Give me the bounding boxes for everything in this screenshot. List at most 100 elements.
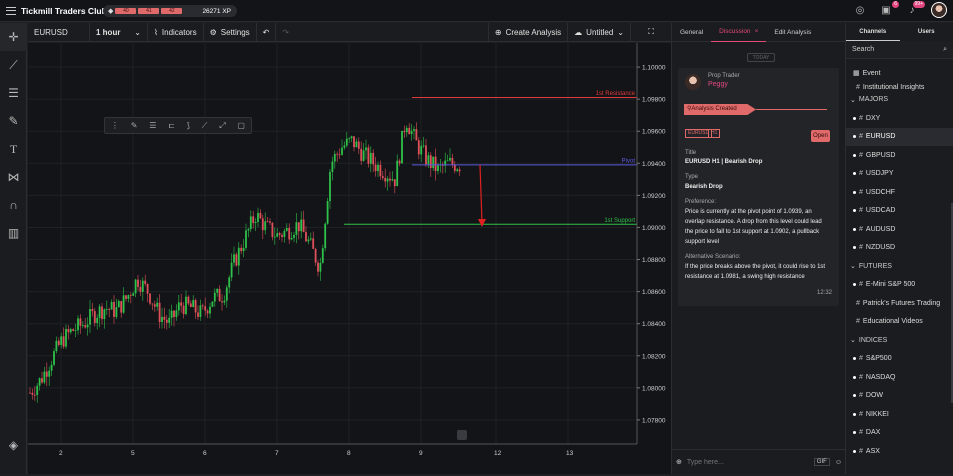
channel-label: E-Mini S&P 500: [866, 281, 915, 288]
channel-item[interactable]: ▦Event: [846, 64, 953, 83]
ruler-icon[interactable]: ⊏: [168, 121, 175, 130]
text-icon[interactable]: T: [0, 135, 27, 163]
crosshair-icon[interactable]: ✛: [0, 23, 27, 51]
channel-item[interactable]: #DXY: [846, 109, 953, 128]
candle-body: [152, 304, 154, 305]
drag-handle-icon[interactable]: ⋮: [111, 121, 119, 130]
tab-channels[interactable]: Channels: [846, 23, 900, 41]
candle-body: [399, 161, 401, 164]
redo-button[interactable]: ↷: [276, 23, 295, 42]
channel-item[interactable]: #DOW: [846, 387, 953, 406]
brush-icon[interactable]: ✎: [0, 107, 27, 135]
channel-item[interactable]: #EURUSD: [846, 128, 953, 147]
y-tick-label: 1.09000: [642, 225, 666, 232]
indicators-button[interactable]: ⌇Indicators: [148, 23, 204, 42]
channel-item[interactable]: #NZDUSD: [846, 239, 953, 258]
plus-circle-icon[interactable]: ⊕: [676, 458, 682, 466]
candle-body: [423, 145, 425, 146]
candle-body: [296, 222, 298, 235]
candle-body: [324, 224, 326, 248]
candle-body: [34, 395, 36, 396]
settings-button[interactable]: ⚙Settings: [204, 23, 257, 42]
tab-edit-analysis[interactable]: Edit Analysis: [766, 23, 819, 42]
lines-icon[interactable]: ☰: [149, 121, 156, 130]
channel-item[interactable]: #Institutional Insights: [846, 83, 953, 91]
channel-group-header[interactable]: ⌄FUTURES: [846, 257, 953, 276]
brand[interactable]: Tickmill Traders Club: [0, 6, 107, 16]
candle-body: [329, 172, 331, 201]
level-label: 1st Support: [604, 218, 635, 224]
line-icon[interactable]: ⟋: [202, 121, 208, 131]
layout-button[interactable]: ☁Untitled⌄: [568, 23, 631, 42]
channel-item[interactable]: #NASDAQ: [846, 368, 953, 387]
open-button[interactable]: Open: [811, 130, 830, 142]
hash-icon: #: [859, 115, 863, 122]
channel-label: Event: [863, 70, 881, 77]
price-chart[interactable]: 1st Resistance1.0981Pivot1.09391st Suppo…: [28, 43, 671, 474]
box-icon[interactable]: ▢: [237, 121, 245, 130]
pencil-icon[interactable]: ✎: [131, 121, 138, 130]
fullscreen-icon: ⛶: [648, 27, 654, 37]
globe-icon[interactable]: ◎: [853, 3, 867, 17]
candle-body: [188, 297, 190, 304]
channel-item[interactable]: #ASX: [846, 442, 953, 461]
candle-body: [432, 157, 434, 168]
channel-item[interactable]: #E-Mini S&P 500: [846, 276, 953, 295]
interval-select[interactable]: 1 hour⌄: [90, 23, 148, 42]
chart-area[interactable]: 1st Resistance1.0981Pivot1.09391st Suppo…: [28, 43, 671, 474]
channel-item[interactable]: #Educational Videos: [846, 313, 953, 332]
candle-body: [411, 131, 413, 134]
symbol-search[interactable]: EURUSD: [28, 23, 90, 42]
candle-body: [351, 136, 353, 138]
candle-body: [435, 157, 437, 171]
emoji-icon[interactable]: ☺: [835, 459, 842, 466]
scroll-to-latest-icon[interactable]: [457, 430, 467, 440]
magnet-icon[interactable]: ∩: [0, 191, 27, 219]
channel-item[interactable]: #USDCAD: [846, 202, 953, 221]
layers-icon[interactable]: ◈: [0, 431, 27, 459]
pattern-icon[interactable]: ⋈: [0, 163, 27, 191]
bell-icon[interactable]: ♪99+: [905, 3, 919, 17]
xp-level: 42: [161, 8, 182, 14]
channel-item[interactable]: #AUDUSD: [846, 220, 953, 239]
candle-body: [298, 222, 300, 231]
fullscreen-button[interactable]: ⛶: [631, 23, 671, 42]
candle-body: [428, 155, 430, 164]
channel-group-header[interactable]: ⌄INDICES: [846, 331, 953, 350]
inbox-icon[interactable]: ▣6: [879, 3, 893, 17]
menu-icon[interactable]: [6, 7, 16, 15]
channel-item[interactable]: #S&P500: [846, 350, 953, 369]
drawing-toolbar: ✛ ⟋ ☰ ✎ T ⋈ ∩ ▥ ◈: [0, 23, 27, 474]
channel-item[interactable]: #NIKKEI: [846, 405, 953, 424]
candle-body: [408, 128, 410, 134]
fib-icon[interactable]: ☰: [0, 79, 27, 107]
candle-body: [300, 220, 302, 232]
channel-item[interactable]: #USDJPY: [846, 165, 953, 184]
author-name[interactable]: Peggy: [708, 80, 728, 90]
message-input[interactable]: [687, 459, 809, 466]
ray-icon[interactable]: ⤢: [219, 121, 225, 131]
trendline-icon[interactable]: ⟋: [0, 51, 27, 79]
channel-item[interactable]: #DAX: [846, 424, 953, 443]
channel-item[interactable]: #USDCHF: [846, 183, 953, 202]
channel-group-header[interactable]: ⌄MAJORS: [846, 91, 953, 110]
tab-discussion[interactable]: Discussion×: [711, 23, 766, 42]
candle-body: [183, 306, 185, 314]
channel-search[interactable]: Search ⌕: [846, 41, 953, 59]
channel-item[interactable]: #Patrick's Futures Trading: [846, 294, 953, 313]
close-icon[interactable]: ×: [755, 28, 759, 35]
tab-general[interactable]: General: [672, 23, 711, 42]
candle-body: [252, 216, 254, 223]
candle-body: [178, 302, 180, 310]
gif-button[interactable]: GIF: [814, 458, 830, 466]
undo-button[interactable]: ↶: [257, 23, 277, 42]
tab-users[interactable]: Users: [900, 23, 953, 41]
channel-item[interactable]: #GBPUSD: [846, 146, 953, 165]
create-analysis-button[interactable]: ⊕Create Analysis: [488, 23, 568, 42]
curve-icon[interactable]: ⟆: [187, 121, 190, 130]
user-avatar[interactable]: [931, 2, 947, 18]
x-tick-label: 7: [275, 450, 279, 457]
trash-icon[interactable]: ▥: [0, 219, 27, 247]
candle-body: [70, 329, 72, 332]
author-avatar[interactable]: [685, 74, 701, 90]
